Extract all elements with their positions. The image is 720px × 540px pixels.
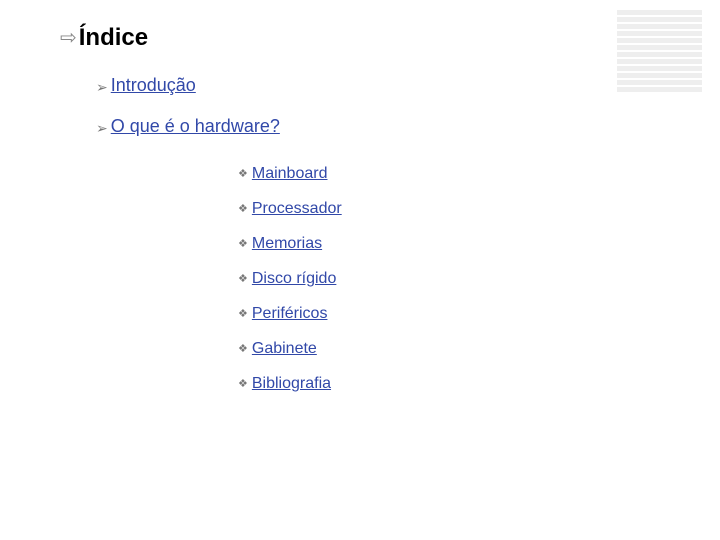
toc-item-processador[interactable]: ❖ Processador [238,200,342,218]
link-processador[interactable]: Processador [252,200,342,218]
toc-item-memorias[interactable]: ❖ Memorias [238,235,342,253]
toc-item-introducao[interactable]: ➢ Introdução [96,75,196,96]
link-mainboard[interactable]: Mainboard [252,165,328,183]
chevron-right-icon: ➢ [96,120,108,137]
slide: ⇨ Índice ➢ Introdução ➢ O que é o hardwa… [0,0,720,540]
diamond-icon: ❖ [238,237,248,250]
diamond-icon: ❖ [238,377,248,390]
link-introducao[interactable]: Introdução [111,75,196,96]
toc-item-gabinete[interactable]: ❖ Gabinete [238,340,342,358]
link-bibliografia[interactable]: Bibliografia [252,375,331,393]
diamond-icon: ❖ [238,167,248,180]
toc-item-perifericos[interactable]: ❖ Periféricos [238,305,342,323]
decorative-stripes [617,10,702,94]
link-hardware[interactable]: O que é o hardware? [111,116,280,137]
chevron-right-icon: ➢ [96,79,108,96]
arrow-right-icon: ⇨ [60,28,77,48]
link-gabinete[interactable]: Gabinete [252,340,317,358]
toc-item-mainboard[interactable]: ❖ Mainboard [238,165,342,183]
toc-sublist: ❖ Mainboard ❖ Processador ❖ Memorias ❖ D… [238,165,342,410]
diamond-icon: ❖ [238,307,248,320]
diamond-icon: ❖ [238,342,248,355]
link-disco[interactable]: Disco rígido [252,270,336,288]
title-row: ⇨ Índice [60,24,148,52]
page-title: Índice [79,24,148,52]
toc-item-hardware[interactable]: ➢ O que é o hardware? [96,116,280,137]
toc-item-disco[interactable]: ❖ Disco rígido [238,270,342,288]
link-perifericos[interactable]: Periféricos [252,305,328,323]
toc-item-bibliografia[interactable]: ❖ Bibliografia [238,375,342,393]
link-memorias[interactable]: Memorias [252,235,322,253]
diamond-icon: ❖ [238,202,248,215]
diamond-icon: ❖ [238,272,248,285]
